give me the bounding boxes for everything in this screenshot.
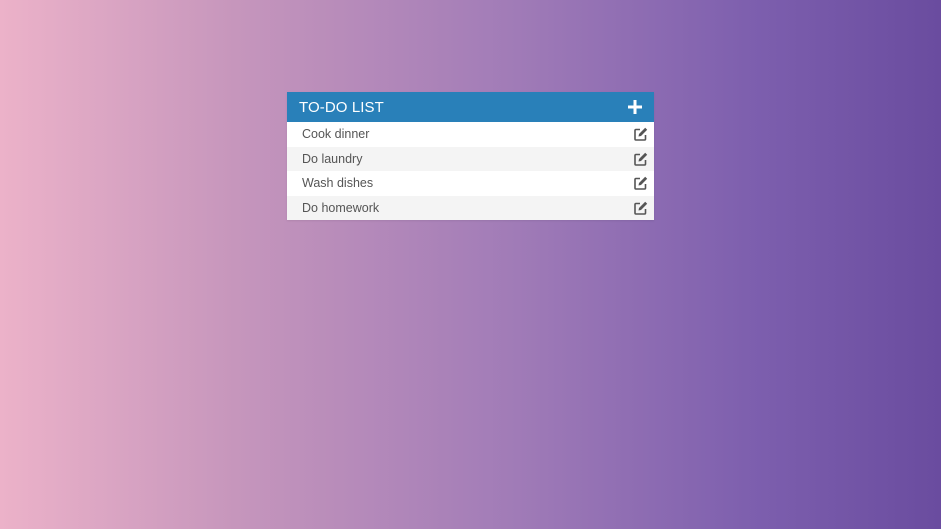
todo-list: Cook dinner Do laundry Wash dishes Do ho… — [287, 122, 654, 220]
edit-button[interactable] — [634, 127, 648, 142]
list-item[interactable]: Cook dinner — [287, 122, 654, 147]
todo-item-label: Wash dishes — [302, 176, 374, 191]
edit-icon — [634, 128, 648, 142]
plus-icon — [628, 100, 642, 114]
edit-icon — [634, 177, 648, 191]
todo-header: TO-DO LIST — [287, 92, 654, 122]
todo-title: TO-DO LIST — [299, 98, 384, 116]
todo-item-label: Cook dinner — [302, 127, 370, 142]
add-todo-button[interactable] — [626, 98, 644, 116]
todo-item-label: Do laundry — [302, 151, 363, 166]
list-item[interactable]: Do laundry — [287, 146, 654, 171]
list-item[interactable]: Wash dishes — [287, 171, 654, 196]
edit-icon — [634, 152, 648, 166]
edit-button[interactable] — [634, 201, 648, 215]
edit-button[interactable] — [634, 176, 648, 191]
todo-card: TO-DO LIST Cook dinner Do laundry Wash d… — [287, 92, 654, 220]
todo-item-label: Do homework — [302, 200, 380, 215]
edit-icon — [634, 201, 648, 215]
edit-button[interactable] — [634, 152, 648, 166]
list-item[interactable]: Do homework — [287, 195, 654, 220]
